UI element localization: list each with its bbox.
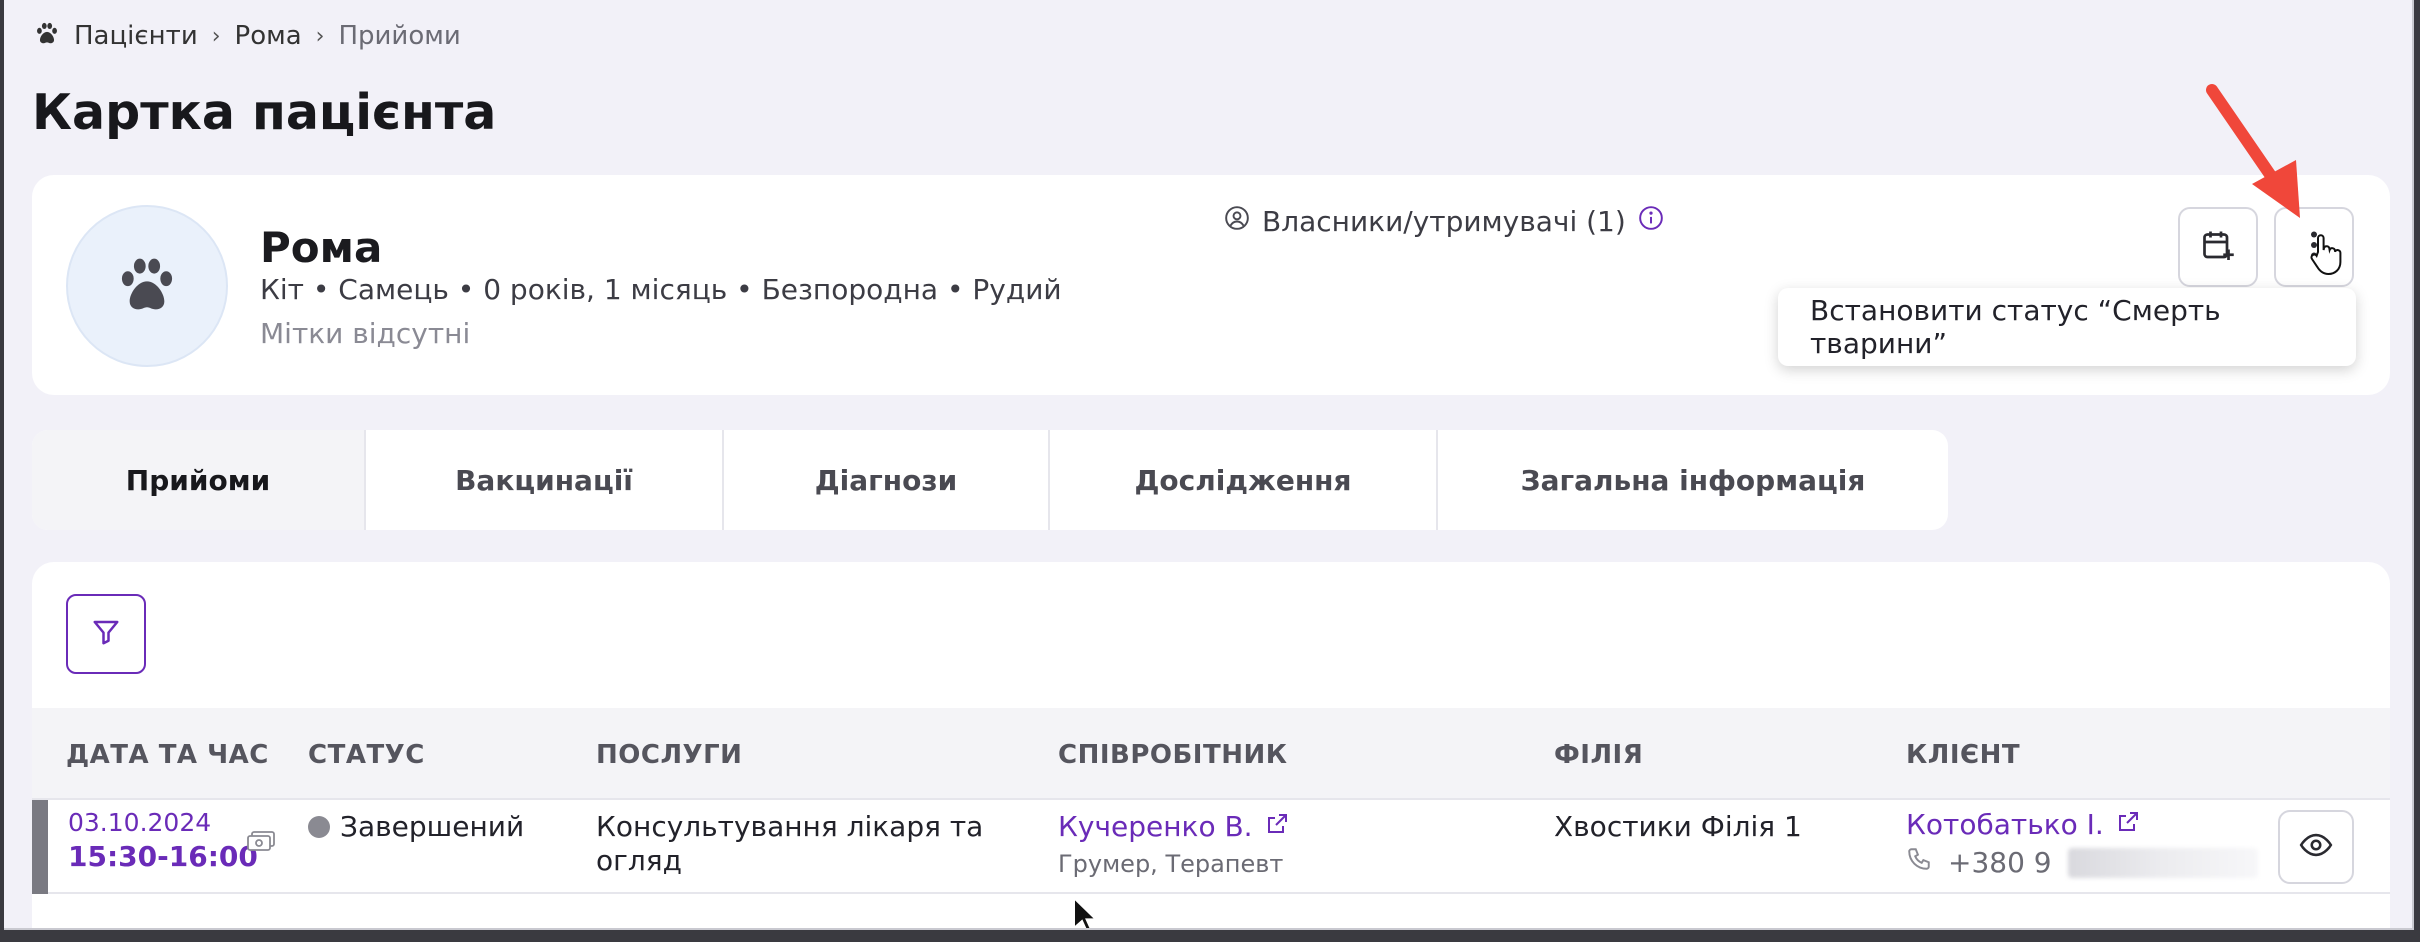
tabs: Прийоми Вакцинації Діагнози Дослідження … [32, 430, 1948, 530]
client-name: Котобатько І. [1906, 808, 2104, 841]
filter-icon [91, 617, 121, 651]
table-row[interactable]: 03.10.2024 15:30-16:00 Завершений Консул… [32, 800, 2390, 894]
column-header-branch[interactable]: ФІЛІЯ [1554, 740, 1643, 770]
table-header: ДАТА ТА ЧАС СТАТУС ПОСЛУГИ СПІВРОБІТНИК … [32, 708, 2390, 800]
info-icon[interactable] [1638, 205, 1664, 238]
employee-name: Кучеренко В. [1058, 810, 1253, 843]
appointment-date: 03.10.2024 [68, 808, 212, 837]
red-arrow-icon [2194, 80, 2324, 234]
external-link-icon [2116, 808, 2140, 841]
column-header-employee[interactable]: СПІВРОБІТНИК [1058, 740, 1288, 770]
redacted-phone [2067, 847, 2258, 878]
client-phone-number: +380 9 [1948, 846, 2052, 879]
tab-vaccinations[interactable]: Вакцинації [366, 430, 724, 530]
employee-link[interactable]: Кучеренко В. [1058, 810, 1289, 843]
tab-diagnoses[interactable]: Діагнози [724, 430, 1050, 530]
status-badge: Завершений [308, 810, 524, 843]
column-header-client[interactable]: КЛІЄНТ [1906, 740, 2020, 770]
column-header-services[interactable]: ПОСЛУГИ [596, 740, 742, 770]
view-appointment-button[interactable] [2278, 810, 2354, 884]
tab-general-info[interactable]: Загальна інформація [1438, 430, 1948, 530]
status-label: Завершений [340, 810, 525, 843]
chevron-right-icon: › [315, 23, 325, 49]
row-status-marker [32, 800, 48, 894]
column-header-date[interactable]: ДАТА ТА ЧАС [66, 740, 269, 770]
breadcrumb-patient-link[interactable]: Рома [235, 21, 302, 51]
column-header-status[interactable]: СТАТУС [308, 740, 425, 770]
owners-label: Власники/утримувачі (1) [1262, 205, 1626, 238]
appointment-time: 15:30-16:00 [68, 840, 258, 873]
phone-icon [1906, 846, 1932, 879]
page-title: Картка пацієнта [32, 84, 497, 141]
patient-tags: Мітки відсутні [260, 317, 471, 350]
paw-icon [34, 20, 60, 53]
breadcrumb: Пацієнти › Рома › Прийоми [34, 16, 461, 56]
patient-name: Рома [260, 223, 383, 272]
service-line: огляд [596, 844, 682, 877]
hand-cursor-icon [2306, 232, 2346, 280]
breadcrumb-current: Прийоми [338, 21, 461, 51]
service-line: Консультування лікаря та [596, 810, 984, 843]
app-window: Пацієнти › Рома › Прийоми Картка пацієнт… [4, 0, 2414, 930]
branch-cell: Хвостики Філія 1 [1554, 810, 1802, 843]
avatar [66, 205, 228, 367]
tab-appointments[interactable]: Прийоми [32, 430, 366, 530]
client-link[interactable]: Котобатько І. [1906, 808, 2140, 841]
mouse-cursor-icon [1072, 895, 1100, 928]
patient-info: Кіт • Самець • 0 років, 1 місяць • Безпо… [260, 273, 1062, 306]
eye-icon [2299, 828, 2333, 866]
breadcrumb-patients-link[interactable]: Пацієнти [74, 21, 198, 51]
user-circle-icon [1224, 205, 1250, 238]
external-link-icon [1265, 810, 1289, 843]
menu-item-set-death-status[interactable]: Встановити статус “Смерть тварини” [1778, 288, 2356, 366]
filter-button[interactable] [66, 594, 146, 674]
employee-role: Грумер, Терапевт [1058, 850, 1284, 878]
status-dot [308, 816, 330, 838]
paw-icon [115, 252, 179, 320]
client-phone: +380 9 [1906, 846, 2258, 879]
cash-icon [246, 826, 276, 859]
services-cell: Консультування лікаря та огляд [596, 810, 983, 878]
owners-link[interactable]: Власники/утримувачі (1) [1224, 205, 1664, 238]
tab-examinations[interactable]: Дослідження [1050, 430, 1438, 530]
chevron-right-icon: › [211, 23, 221, 49]
appointments-table-card: ДАТА ТА ЧАС СТАТУС ПОСЛУГИ СПІВРОБІТНИК … [32, 562, 2390, 928]
